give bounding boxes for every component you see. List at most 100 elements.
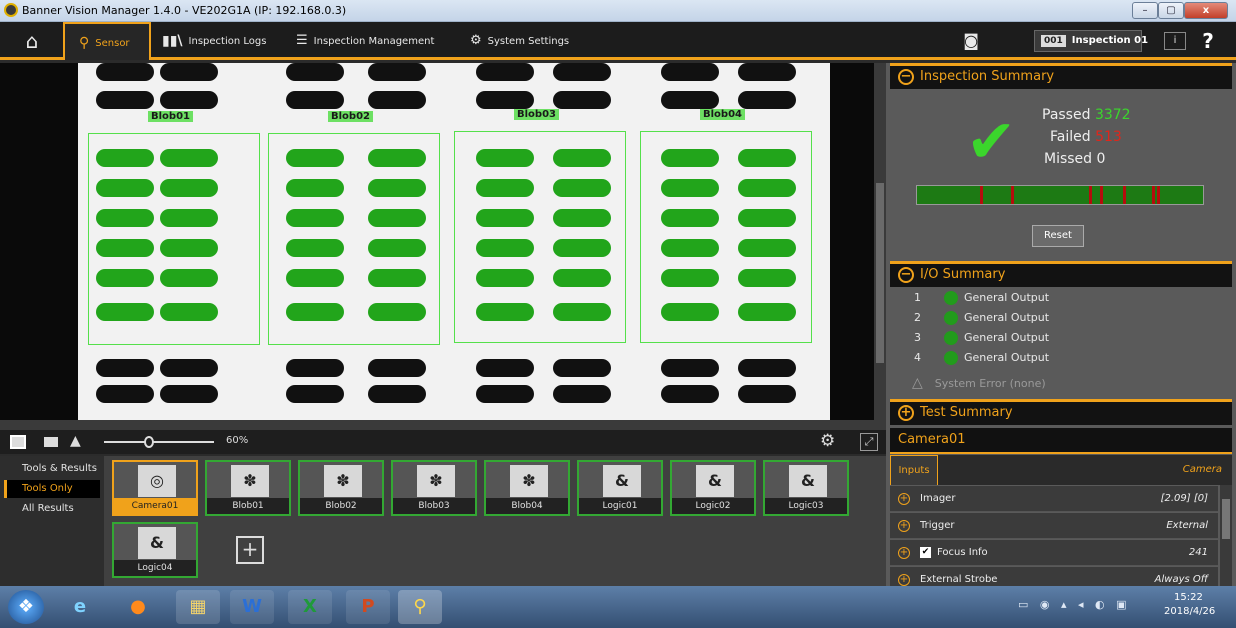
fit-icon[interactable] [44,437,58,447]
tab-inspection-logs[interactable]: ▮▮\ Inspection Logs [162,22,266,60]
tab-sensor[interactable]: ⚲ Sensor [63,22,151,60]
fullscreen-icon[interactable]: ⤢ [860,433,878,451]
powerpoint-icon[interactable]: P [346,590,390,624]
viewer-horizontal-scrollbar[interactable] [0,420,886,430]
io-row[interactable]: 3 General Output [914,331,1049,345]
word-icon[interactable]: W [230,590,274,624]
camera-capture-icon[interactable]: ◙ [958,22,984,60]
hole-dark [368,385,426,403]
io-row[interactable]: 4 General Output [914,351,1049,365]
blob-roi-label: Blob04 [700,109,745,120]
hole-dark [286,385,344,403]
tool-label: Logic01 [579,498,661,514]
tool-logic04[interactable]: & Logic04 [112,522,198,578]
tool-blob02[interactable]: ✽ Blob02 [298,460,384,516]
properties-scrollbar[interactable] [1220,485,1232,586]
filter-tools-only[interactable]: Tools Only [4,480,100,498]
blob-tool-icon: ✽ [324,465,362,497]
view-mode-icon[interactable] [10,435,26,449]
tab-camera[interactable]: Camera [1183,455,1222,485]
property-row[interactable]: + Trigger External [890,513,1218,539]
image-viewer[interactable]: Blob01 Blob02 Blob03 Blob04 [0,63,886,420]
expand-icon[interactable]: + [898,520,910,532]
expand-icon[interactable]: + [898,493,910,505]
title-bar: Banner Vision Manager 1.4.0 - VE202G1A (… [0,0,1236,22]
tool-logic02[interactable]: & Logic02 [670,460,756,516]
clock-date[interactable]: 2018/4/26 [1164,606,1215,617]
excel-icon[interactable]: X [288,590,332,624]
image-icon[interactable]: ▲ [70,433,81,449]
tab-inputs[interactable]: Inputs [890,455,938,485]
minimize-button[interactable]: – [1132,2,1158,19]
info-button[interactable]: i [1164,32,1186,50]
inspection-summary-header[interactable]: − Inspection Summary [890,63,1232,89]
hole-dark [661,63,719,81]
blob-roi[interactable] [640,131,812,343]
filter-tools-results[interactable]: Tools & Results [4,460,100,478]
tab-system-settings[interactable]: ⚙ System Settings [470,22,569,60]
checkbox-checked[interactable]: ✔ [920,546,931,558]
logic-tool-icon: & [789,465,827,497]
missed-label: Missed [1044,151,1093,167]
maximize-button[interactable]: ▢ [1158,2,1184,19]
scroll-thumb[interactable] [876,183,884,363]
property-row[interactable]: + Imager [2.09] [0] [890,486,1218,512]
property-label: Trigger [920,520,955,531]
failed-count: 513 [1095,129,1122,145]
scroll-thumb[interactable] [1222,499,1230,539]
expand-icon: + [898,405,914,421]
hole-dark [738,63,796,81]
tool-blob04[interactable]: ✽ Blob04 [484,460,570,516]
io-number: 2 [914,311,921,324]
collapse-icon: − [898,69,914,85]
start-button[interactable]: ❖ [8,590,44,624]
camera-tool-icon: ◎ [138,465,176,497]
inspection-selector[interactable]: 001 Inspection 01 [1034,30,1148,52]
blob-roi[interactable] [88,133,260,345]
tool-logic03[interactable]: & Logic03 [763,460,849,516]
passed-label: Passed [1042,107,1091,123]
help-icon[interactable]: ? [1198,22,1218,60]
home-icon[interactable]: ⌂ [14,22,50,60]
tool-logic01[interactable]: & Logic01 [577,460,663,516]
viewer-vertical-scrollbar[interactable] [874,63,886,420]
test-summary-header[interactable]: + Test Summary [890,399,1232,425]
io-number: 1 [914,291,921,304]
blob-tool-icon: ✽ [231,465,269,497]
system-tray: ▭ ◉ ▴ ◂ ◐ ▣ 15:22 2018/4/26 [1004,586,1236,628]
zoom-slider[interactable] [104,436,214,448]
io-row[interactable]: 1 General Output [914,291,1049,305]
io-summary-header[interactable]: − I/O Summary [890,261,1232,287]
file-explorer-icon[interactable]: ▦ [176,590,220,624]
io-number: 3 [914,331,921,344]
tab-inspection-management[interactable]: ☰ Inspection Management [296,22,434,60]
add-tool-button[interactable]: + [236,536,264,564]
io-row[interactable]: 2 General Output [914,311,1049,325]
expand-icon[interactable]: + [898,574,910,586]
camera-properties-header: Camera01 [890,428,1232,454]
property-row[interactable]: + External Strobe Always Off [890,567,1218,587]
settings-gear-icon[interactable]: ⚙ [820,431,835,451]
property-row[interactable]: + ✔ Focus Info 241 [890,540,1218,566]
tab-system-settings-label: System Settings [487,36,570,47]
hole-dark [738,359,796,377]
tool-camera01[interactable]: ◎ Camera01 [112,460,198,516]
internet-explorer-icon[interactable]: e [58,590,102,624]
blob-roi[interactable] [454,131,626,343]
expand-icon[interactable]: + [898,547,910,559]
tray-icons[interactable]: ▭ ◉ ▴ ◂ ◐ ▣ [1018,598,1131,611]
clock-time[interactable]: 15:22 [1174,592,1203,603]
tool-blob03[interactable]: ✽ Blob03 [391,460,477,516]
hole-dark [368,91,426,109]
firefox-icon[interactable]: ● [116,590,160,624]
zoom-slider-handle[interactable] [144,436,154,448]
failure-marker [1088,186,1092,204]
close-button[interactable]: x [1184,2,1228,19]
tools-panel: Tools & Results Tools Only All Results ◎ Ca… [0,456,886,586]
hole-dark [286,359,344,377]
vision-manager-taskbar-icon[interactable]: ⚲ [398,590,442,624]
reset-button[interactable]: Reset [1032,225,1084,247]
tool-blob01[interactable]: ✽ Blob01 [205,460,291,516]
blob-roi[interactable] [268,133,440,345]
filter-all-results[interactable]: All Results [4,500,100,518]
